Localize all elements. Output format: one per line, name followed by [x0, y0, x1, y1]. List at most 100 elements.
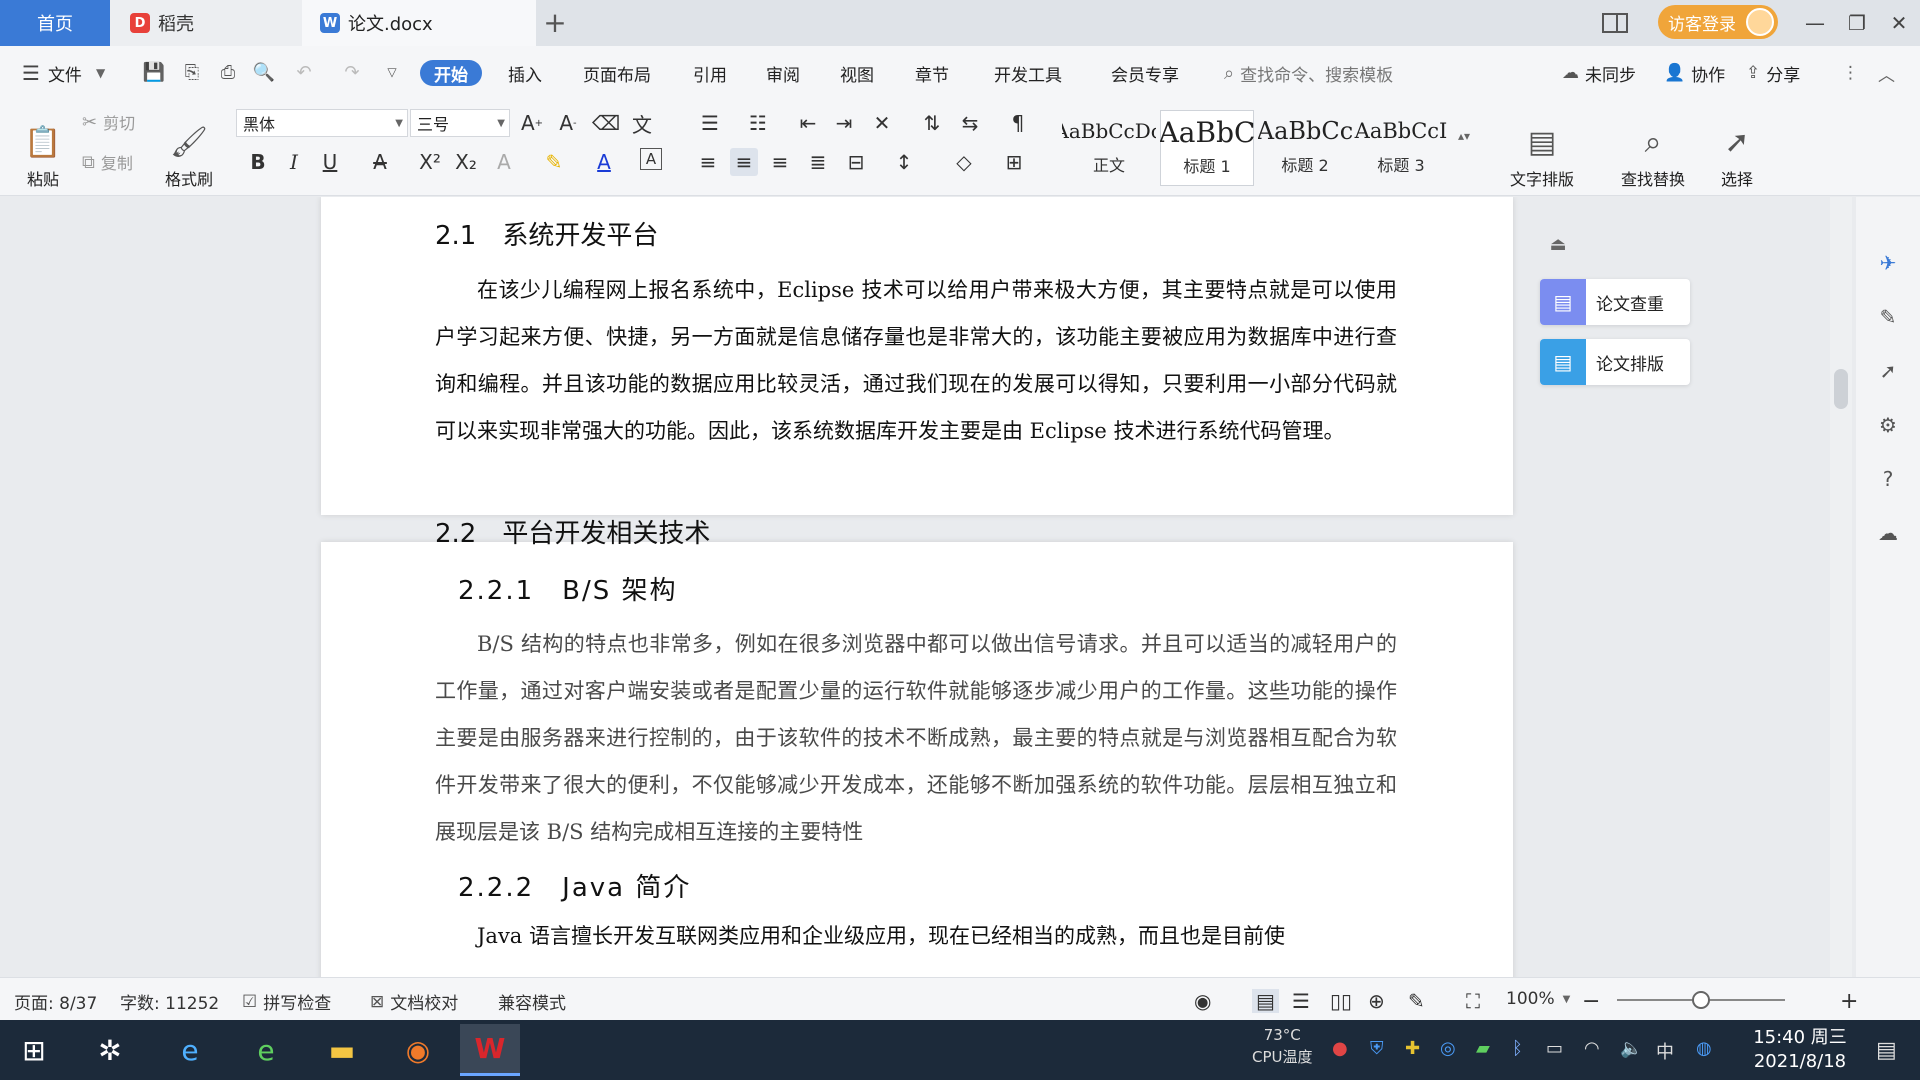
write-view-icon[interactable]: ✎ — [1408, 989, 1425, 1013]
tab-view[interactable]: 视图 — [840, 60, 874, 86]
tab-home[interactable]: 首页 — [0, 0, 110, 46]
justify-icon[interactable]: ≣ — [804, 148, 832, 176]
tab-page-layout[interactable]: 页面布局 — [583, 60, 651, 86]
copy-button[interactable]: ⧉ 复制 — [82, 148, 133, 176]
decrease-indent-icon[interactable]: ⇤ — [794, 109, 822, 137]
browser-360-icon[interactable]: e — [236, 1024, 296, 1076]
paper-check-button[interactable]: ▤ 论文查重 — [1540, 279, 1690, 325]
line-spacing-icon[interactable]: ↕ — [890, 148, 918, 176]
save-icon[interactable]: 💾 — [142, 60, 166, 84]
web-view-icon[interactable]: ⊕ — [1368, 989, 1385, 1013]
help-icon[interactable]: ? — [1874, 465, 1902, 493]
shading-icon[interactable]: ◇ — [950, 148, 978, 176]
undo-icon[interactable]: ↶ — [292, 60, 316, 84]
tab-member[interactable]: 会员专享 — [1111, 60, 1179, 86]
ie-browser-icon[interactable]: e — [160, 1024, 220, 1076]
share-button[interactable]: ⇪ 分享 — [1746, 60, 1800, 86]
strikethrough-icon[interactable]: A — [366, 148, 394, 176]
collapse-panel-icon[interactable]: ⏏ — [1543, 229, 1573, 259]
clear-format-icon[interactable]: ⌫ — [592, 109, 620, 137]
sort-icon[interactable]: ⇅ — [918, 109, 946, 137]
align-left-icon[interactable]: ≡ — [694, 148, 722, 176]
guest-login-button[interactable]: 访客登录 — [1658, 5, 1778, 39]
chinese-layout-icon[interactable]: ✕ — [868, 109, 896, 137]
text-effect-icon[interactable]: A — [490, 148, 518, 176]
spell-check-button[interactable]: ☑ 拼写检查 — [242, 989, 331, 1015]
tab-document[interactable]: W 论文.docx — [302, 0, 536, 46]
paper-layout-button[interactable]: ▤ 论文排版 — [1540, 339, 1690, 385]
tab-review[interactable]: 审阅 — [766, 60, 800, 86]
battery-icon[interactable]: ▭ — [1546, 1038, 1563, 1059]
styles-scroll-icon[interactable]: ▴▾ — [1450, 122, 1478, 150]
distribute-icon[interactable]: ⊟ — [842, 148, 870, 176]
windows-start-icon[interactable]: ⊞ — [4, 1024, 64, 1076]
sync-status-button[interactable]: ☁ 未同步 — [1562, 60, 1636, 86]
underline-icon[interactable]: U — [316, 148, 344, 176]
grow-font-icon[interactable]: A + — [518, 109, 546, 137]
style-heading-3[interactable]: AaBbCcI 标题 3 — [1354, 110, 1448, 186]
tray-app-icon[interactable]: ● — [1332, 1038, 1348, 1059]
tab-daoke[interactable]: D 稻壳 — [110, 0, 302, 46]
redo-icon[interactable]: ↷ — [340, 60, 364, 84]
new-tab-button[interactable]: + — [540, 6, 570, 39]
proofread-button[interactable]: ⊠ 文档校对 — [370, 989, 458, 1015]
find-replace-button[interactable]: ⌕ 查找替换 — [1608, 108, 1698, 190]
close-button[interactable]: ✕ — [1884, 8, 1914, 38]
outline-view-icon[interactable]: ☰ — [1292, 989, 1310, 1013]
wifi-icon[interactable]: ◠ — [1584, 1038, 1600, 1059]
backup-icon[interactable]: ☁ — [1874, 519, 1902, 547]
tab-start[interactable]: 开始 — [420, 60, 482, 86]
volume-icon[interactable]: 🔈 — [1620, 1038, 1642, 1059]
cpu-temperature[interactable]: 73°C CPU温度 — [1252, 1024, 1313, 1068]
collaborate-button[interactable]: 👤 协作 — [1664, 60, 1725, 86]
scrollbar-thumb[interactable] — [1834, 369, 1848, 409]
eye-protect-icon[interactable]: ◉ — [1194, 989, 1211, 1013]
phonetic-guide-icon[interactable]: 文 — [628, 109, 656, 137]
ime-indicator[interactable]: 中 — [1656, 1038, 1674, 1064]
zoom-out-icon[interactable]: − — [1582, 989, 1600, 1014]
read-view-icon[interactable]: ▯▯ — [1330, 989, 1352, 1013]
char-border-icon[interactable]: A — [640, 148, 662, 170]
font-color-icon[interactable]: A — [590, 148, 618, 176]
page-view-icon[interactable]: ▤ — [1252, 989, 1279, 1013]
font-size-select[interactable]: 三号 ▼ — [410, 109, 510, 137]
style-heading-2[interactable]: AaBbCc 标题 2 — [1258, 110, 1352, 186]
cut-button[interactable]: ✂ 剪切 — [82, 108, 135, 136]
export-icon[interactable]: ⎘ — [180, 60, 204, 84]
pinwheel-app-icon[interactable]: ✲ — [80, 1024, 140, 1076]
qq-icon[interactable]: ◍ — [1696, 1038, 1712, 1059]
customize-toolbar-icon[interactable]: ▽ — [380, 60, 404, 84]
text-direction-icon[interactable]: ⇆ — [956, 109, 984, 137]
zoom-slider-knob[interactable] — [1692, 991, 1710, 1009]
word-count[interactable]: 字数: 11252 — [120, 989, 219, 1014]
numbered-list-icon[interactable]: ☷ — [744, 109, 772, 137]
increase-indent-icon[interactable]: ⇥ — [830, 109, 858, 137]
tab-insert[interactable]: 插入 — [508, 60, 542, 86]
shrink-font-icon[interactable]: A- — [554, 109, 582, 137]
zoom-in-icon[interactable]: + — [1840, 989, 1858, 1014]
tray-gpu-icon[interactable]: ▰ — [1476, 1038, 1490, 1059]
restore-button[interactable]: ❐ — [1842, 8, 1872, 38]
tab-chapter[interactable]: 章节 — [915, 60, 949, 86]
system-clock[interactable]: 15:40 周三 2021/8/18 — [1740, 1026, 1860, 1074]
notification-center-icon[interactable]: ▤ — [1876, 1038, 1897, 1063]
superscript-icon[interactable]: X² — [416, 148, 444, 176]
window-layout-icon[interactable] — [1600, 8, 1630, 38]
paste-button[interactable]: 📋 粘贴 — [8, 108, 78, 190]
vertical-scrollbar[interactable] — [1830, 197, 1852, 977]
file-menu[interactable]: ☰ 文件 ▼ — [22, 60, 105, 86]
more-options-icon[interactable]: ⋮ — [1842, 60, 1859, 86]
app-orange-icon[interactable]: ◉ — [388, 1024, 448, 1076]
fit-page-icon[interactable]: ⛶ — [1466, 989, 1480, 1013]
pointer-icon[interactable]: ➚ — [1874, 357, 1902, 385]
wps-writer-icon[interactable]: W — [460, 1024, 520, 1076]
style-normal[interactable]: AaBbCcDd 正文 — [1062, 110, 1156, 186]
shield-icon[interactable]: ⛨ — [1370, 1038, 1384, 1059]
font-name-select[interactable]: 黑体 ▼ — [236, 109, 408, 137]
highlight-icon[interactable]: ✎ — [540, 148, 568, 176]
tray-plus-icon[interactable]: ✚ — [1405, 1038, 1420, 1059]
command-search[interactable]: ⌕ 查找命令、搜索模板 — [1224, 60, 1393, 86]
show-marks-icon[interactable]: ¶ — [1004, 109, 1032, 137]
print-icon[interactable]: ⎙ — [216, 60, 240, 84]
subscript-icon[interactable]: X₂ — [452, 148, 480, 176]
